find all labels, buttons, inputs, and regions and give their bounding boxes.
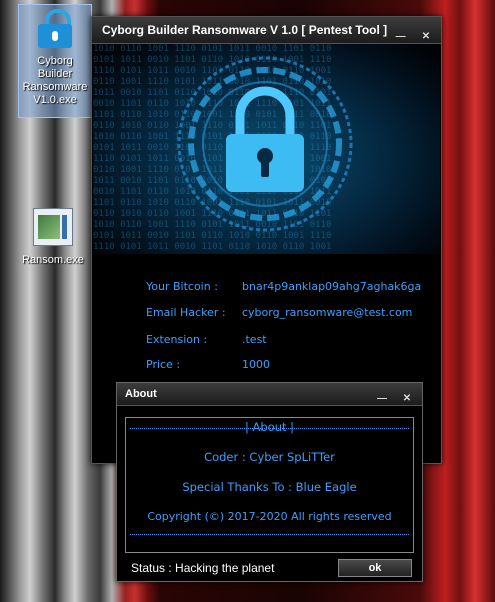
banner-image: 1010 0110 1001 1110 0101 1011 0010 1101 …: [93, 44, 440, 254]
ok-button[interactable]: ok: [338, 559, 412, 577]
coder-credit: Coder : Cyber SpLiTTer: [204, 450, 335, 464]
desktop-icon-label: Cyborg Builder Ransomware V1.0.exe: [22, 55, 88, 106]
desktop-icon-cyborg-builder[interactable]: Cyborg Builder Ransomware V1.0.exe: [18, 4, 92, 118]
field-label: Email Hacker :: [146, 306, 226, 319]
copyright-text: Copyright (©) 2017-2020 All rights reser…: [147, 510, 392, 523]
minimize-button[interactable]: —: [373, 392, 391, 406]
field-value: 1000: [242, 358, 270, 371]
thanks-credit: Special Thanks To : Blue Eagle: [182, 480, 357, 494]
field-value: cyborg_ransomware@test.com: [242, 306, 413, 319]
desktop-icon-label: Ransom.exe: [22, 254, 84, 266]
padlock-icon: [177, 56, 353, 232]
desktop-icon-ransom[interactable]: Ransom.exe: [18, 208, 88, 267]
padlock-icon: [35, 9, 75, 49]
about-content-box: | About | Coder : Cyber SpLiTTer Special…: [125, 417, 414, 553]
divider: [130, 534, 409, 535]
close-button[interactable]: ✕: [398, 392, 416, 406]
executable-icon: [33, 208, 73, 246]
minimize-button[interactable]: —: [392, 30, 410, 44]
about-titlebar[interactable]: About — ✕: [117, 383, 422, 406]
about-window-title: About: [125, 388, 157, 400]
field-label: Price :: [146, 358, 181, 371]
field-value: .test: [242, 333, 267, 346]
status-text: Status : Hacking the planet: [131, 561, 275, 575]
about-header: | About |: [244, 420, 295, 434]
window-title: Cyborg Builder Ransomware V 1.0 [ Pentes…: [102, 23, 388, 37]
field-value: bnar4p9anklap09ahg7aghak6ga: [242, 280, 422, 293]
field-label: Your Bitcoin :: [146, 280, 218, 293]
close-button[interactable]: ✕: [417, 30, 435, 44]
about-window: About — ✕ | About | Coder : Cyber SpLiTT…: [116, 382, 423, 582]
window-titlebar[interactable]: Cyborg Builder Ransomware V 1.0 [ Pentes…: [92, 17, 441, 44]
field-label: Extension :: [146, 333, 208, 346]
